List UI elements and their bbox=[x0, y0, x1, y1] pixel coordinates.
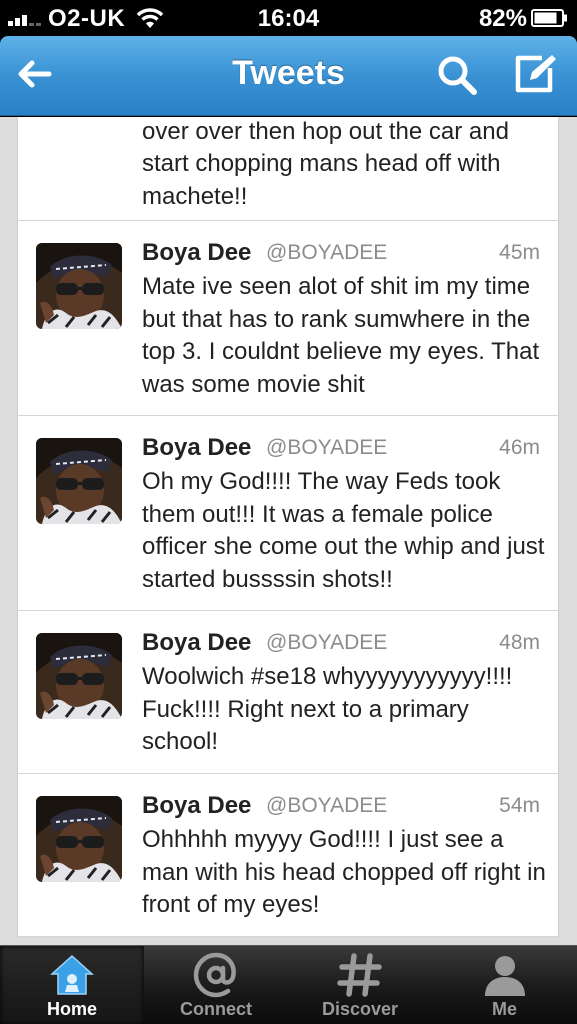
tweet-text: Oh my God!!!! The way Feds took them out… bbox=[142, 468, 545, 593]
tweet-item[interactable]: Boya Dee @BOYADEE 48m Woolwich #se18 why… bbox=[18, 611, 558, 774]
battery-percent: 82% bbox=[478, 5, 527, 32]
user-name[interactable]: Boya Dee bbox=[142, 792, 251, 820]
tweet-item[interactable]: just drove into this young white guy ove… bbox=[18, 117, 558, 221]
user-name[interactable]: Boya Dee bbox=[142, 629, 251, 657]
bottom-tab-bar: Home Connect Discover Me bbox=[0, 945, 577, 1024]
compose-tweet-icon[interactable] bbox=[512, 52, 558, 96]
tweet-text: just drove into this young white guy ove… bbox=[142, 117, 509, 210]
tab-discover[interactable]: Discover bbox=[288, 946, 432, 1024]
person-icon bbox=[484, 956, 525, 996]
tweet-time: 48m bbox=[499, 631, 540, 654]
hashtag-icon bbox=[337, 953, 382, 997]
tweet-text: Ohhhhh myyyy God!!!! I just see a man wi… bbox=[142, 826, 546, 918]
tweet-item[interactable]: Boya Dee @BOYADEE 54m Ohhhhh myyyy God!!… bbox=[18, 774, 558, 937]
tweet-item[interactable]: Boya Dee @BOYADEE 46m Oh my God!!!! The … bbox=[18, 416, 558, 611]
tab-me[interactable]: Me bbox=[432, 946, 577, 1024]
at-icon bbox=[193, 952, 236, 998]
tweet-list: just drove into this young white guy ove… bbox=[17, 117, 559, 937]
navigation-bar: Tweets bbox=[0, 36, 577, 116]
tab-label: Discover bbox=[321, 999, 399, 1019]
tweet-text: Woolwich #se18 whyyyyyyyyyyy!!!! Fuck!!!… bbox=[142, 663, 513, 755]
user-name[interactable]: Boya Dee bbox=[142, 239, 251, 267]
tweet-time: 54m bbox=[499, 794, 540, 817]
tweet-time: 45m bbox=[499, 241, 540, 264]
home-icon bbox=[50, 954, 94, 995]
tab-home[interactable]: Home bbox=[0, 946, 144, 1024]
avatar[interactable] bbox=[36, 796, 122, 882]
tweet-text: Mate ive seen alot of shit im my time bu… bbox=[142, 273, 540, 398]
user-name[interactable]: Boya Dee bbox=[142, 434, 251, 462]
tweet-item[interactable]: Boya Dee @BOYADEE 45m Mate ive seen alot… bbox=[18, 221, 558, 416]
user-handle[interactable]: @BOYADEE bbox=[266, 436, 387, 460]
tweet-timeline[interactable]: just drove into this young white guy ove… bbox=[0, 117, 577, 945]
avatar[interactable] bbox=[36, 243, 122, 329]
user-handle[interactable]: @BOYADEE bbox=[266, 631, 387, 655]
status-bar: O2-UK 16:04 82% bbox=[0, 0, 577, 36]
tab-connect[interactable]: Connect bbox=[144, 946, 288, 1024]
battery-icon bbox=[531, 9, 567, 27]
tab-label: Me bbox=[491, 999, 517, 1019]
page-title: Tweets bbox=[232, 54, 345, 92]
user-handle[interactable]: @BOYADEE bbox=[266, 241, 387, 265]
tab-label: Connect bbox=[180, 999, 252, 1019]
search-icon[interactable] bbox=[436, 54, 478, 96]
avatar[interactable] bbox=[36, 438, 122, 524]
avatar[interactable] bbox=[36, 633, 122, 719]
tab-label: Home bbox=[46, 999, 97, 1019]
tweet-time: 46m bbox=[499, 436, 540, 459]
user-handle[interactable]: @BOYADEE bbox=[266, 794, 387, 818]
